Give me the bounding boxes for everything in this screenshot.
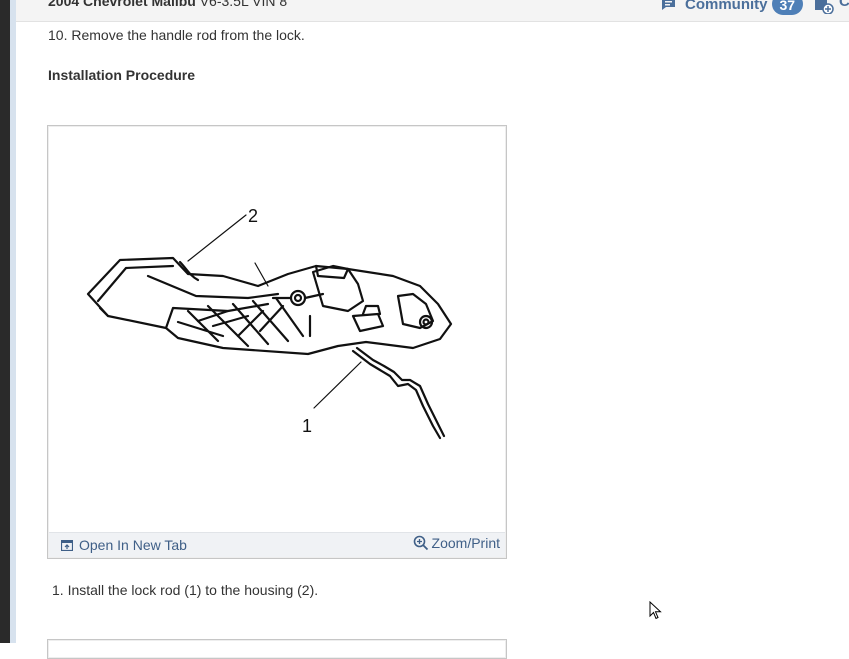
open-in-new-tab-link[interactable]: Open In New Tab (61, 537, 187, 553)
figure-card: 2 1 Open In New Tab Zoom/Print (47, 125, 507, 559)
open-new-tab-icon (61, 539, 73, 551)
mouse-cursor-icon (649, 601, 662, 620)
left-scroll-strip (10, 0, 16, 643)
installation-procedure-heading: Installation Procedure (48, 67, 196, 83)
zoom-print-label: Zoom/Print (431, 535, 500, 551)
step-remove-handle-rod: 10. Remove the handle rod from the lock. (48, 27, 305, 43)
add-label[interactable]: C (839, 0, 849, 10)
lock-rod-diagram: 2 1 (86, 206, 453, 440)
next-figure-card (47, 639, 507, 659)
community-link[interactable]: Community 37 (661, 0, 804, 15)
callout-2-label: 2 (248, 206, 258, 226)
vehicle-title-bold: 2004 Chevrolet Malibu (48, 0, 196, 9)
chat-bubble-icon (662, 0, 675, 10)
community-label: Community (685, 0, 768, 13)
zoom-magnifier-icon (413, 535, 428, 551)
figure-footer: Open In New Tab Zoom/Print (49, 532, 505, 557)
add-document-icon[interactable] (813, 0, 835, 14)
vehicle-title: 2004 Chevrolet Malibu V6-3.5L VIN 8 (48, 0, 287, 9)
window-left-edge (0, 0, 10, 643)
open-in-new-tab-label: Open In New Tab (79, 537, 187, 553)
top-header-bar: 2004 Chevrolet Malibu V6-3.5L VIN 8 Comm… (16, 0, 849, 22)
step-install-lock-rod: 1. Install the lock rod (1) to the housi… (52, 582, 319, 598)
vehicle-title-engine: V6-3.5L VIN 8 (199, 0, 288, 9)
zoom-print-link[interactable]: Zoom/Print (413, 535, 500, 551)
community-count-badge: 37 (771, 0, 804, 15)
callout-1-label: 1 (302, 416, 312, 436)
